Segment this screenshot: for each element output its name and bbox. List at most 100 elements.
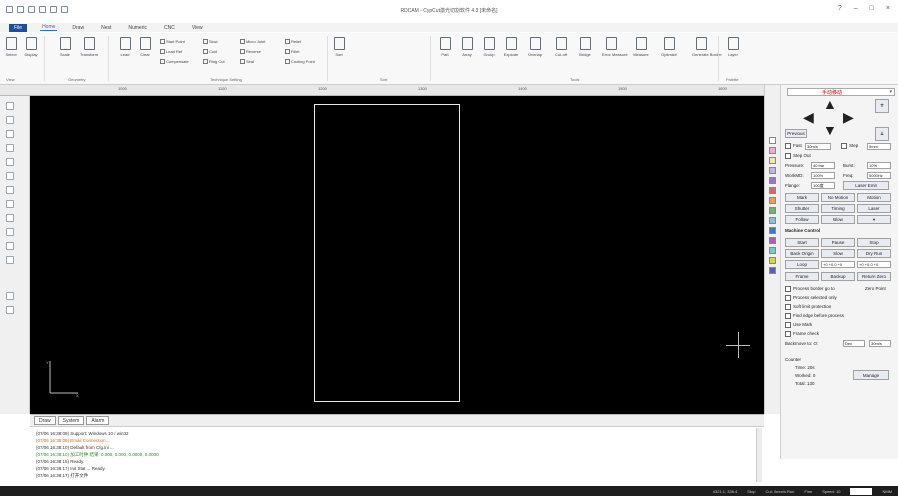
dry-run-button[interactable]: Dry Run [857, 249, 891, 258]
measure-button[interactable]: Measure [632, 37, 650, 58]
z-up-button[interactable]: ⇈ [875, 99, 889, 113]
relief-option[interactable]: Relief [285, 39, 301, 44]
no-motion-button[interactable]: No Motion [821, 193, 855, 202]
arrow-up-icon[interactable]: ▲ [823, 97, 837, 111]
process-selected-checkbox[interactable]: Process selected only [785, 295, 837, 301]
return-zero-button[interactable]: Return Zero [857, 272, 891, 281]
optimize-button[interactable]: Optimize [660, 37, 678, 58]
backup-button[interactable]: Backup [821, 272, 855, 281]
layer-swatch[interactable] [769, 167, 776, 174]
slow-button[interactable]: Slow [821, 249, 855, 258]
rectangle-tool-icon[interactable] [6, 186, 14, 194]
micro-joint-option[interactable]: Micro Joint [240, 39, 265, 44]
cool-option[interactable]: Cool [203, 49, 217, 54]
clear-button[interactable]: Clear [136, 37, 154, 58]
layer-swatch[interactable] [769, 237, 776, 244]
mirror-tool-icon[interactable] [6, 292, 14, 300]
layer-swatch[interactable] [769, 177, 776, 184]
explode-button[interactable]: Explode [502, 37, 520, 58]
point-tool-icon[interactable] [6, 242, 14, 250]
help-button[interactable]: ? [838, 5, 842, 12]
cooling-point-option[interactable]: Cooling Point [285, 59, 315, 64]
laser-button[interactable]: Laser [857, 204, 891, 213]
generate-border-button[interactable]: Generate Border [692, 37, 722, 58]
polyline-tool-icon[interactable] [6, 144, 14, 152]
z-down-button[interactable]: ⇊ [875, 127, 889, 141]
loop-button[interactable]: Loop [785, 260, 819, 269]
menu-view[interactable]: View [190, 25, 205, 31]
blow-button[interactable]: Blow [821, 215, 855, 224]
step-checkbox[interactable]: Step [841, 143, 858, 149]
menu-home[interactable]: Home [40, 24, 58, 31]
transform-button[interactable]: Transform [80, 37, 98, 58]
layer-swatch[interactable] [769, 197, 776, 204]
use-mark-checkbox[interactable]: Use Mark [785, 322, 812, 328]
shutter-button[interactable]: Shutter [785, 204, 819, 213]
stop-button[interactable]: Stop [857, 238, 891, 247]
fillet-option[interactable]: Fillet [285, 49, 299, 54]
layer-swatch[interactable] [769, 217, 776, 224]
rotate-tool-icon[interactable] [6, 306, 14, 314]
timing-button[interactable]: Timing [821, 204, 855, 213]
pause-button[interactable]: Pause [821, 238, 855, 247]
arc-tool-icon[interactable] [6, 172, 14, 180]
freq-select[interactable]: 5000Hz [867, 172, 891, 179]
array-button[interactable]: Array [458, 37, 476, 58]
previous-button[interactable]: Previous [785, 129, 807, 138]
frame-button[interactable]: Frame [785, 272, 819, 281]
slow-option[interactable]: Slow [203, 39, 218, 44]
layer-swatch[interactable] [769, 247, 776, 254]
find-edge-checkbox[interactable]: Find edge before process [785, 313, 844, 319]
menu-nest[interactable]: Nest [99, 25, 113, 31]
tab-alarm[interactable]: Alarm [86, 416, 110, 425]
step-out-checkbox[interactable]: Step Out [785, 153, 811, 159]
lead-button[interactable]: Lead [116, 37, 134, 58]
arrow-left-icon[interactable]: ◀ [803, 110, 814, 124]
step-value-select[interactable]: 5mm [867, 143, 891, 150]
workmd-select[interactable]: 100% [811, 172, 835, 179]
layer-swatch[interactable] [769, 187, 776, 194]
cut-off-button[interactable]: Cut-off [552, 37, 570, 58]
drawing-canvas[interactable]: Y X [30, 96, 764, 414]
layer-swatch[interactable] [769, 227, 776, 234]
layer-button[interactable]: Layer [724, 37, 742, 58]
minimize-button[interactable]: – [854, 5, 858, 12]
process-border-checkbox[interactable]: Process border go to [785, 286, 835, 292]
layer-swatch[interactable] [769, 257, 776, 264]
laser-emit-button[interactable]: Laser Emit [843, 181, 889, 190]
arrow-right-icon[interactable]: ▶ [843, 110, 854, 124]
layer-swatch[interactable] [769, 207, 776, 214]
menu-numeric[interactable]: Numeric [126, 25, 149, 31]
group-button[interactable]: Group [480, 37, 498, 58]
layer-swatch[interactable] [769, 147, 776, 154]
mark-button[interactable]: Mark [785, 193, 819, 202]
lead-ref-option[interactable]: Lead Ref [160, 49, 182, 54]
star-tool-icon[interactable] [6, 256, 14, 264]
layer-swatch[interactable] [769, 137, 776, 144]
zero-point-dropdown[interactable]: Zero Point [865, 286, 886, 291]
compensate-option[interactable]: Compensate [160, 59, 189, 64]
node-tool-icon[interactable] [6, 116, 14, 124]
back-origin-button[interactable]: Back Origin [785, 249, 819, 258]
backmove-select[interactable]: Dec [843, 340, 865, 347]
seal-option[interactable]: Seal [240, 59, 254, 64]
reverse-option[interactable]: Reverse [240, 49, 261, 54]
tab-draw[interactable]: Draw [34, 416, 56, 425]
frame-check-checkbox[interactable]: Frame check [785, 331, 819, 337]
text-tool-icon[interactable] [6, 228, 14, 236]
overlap-button[interactable]: Overlap [526, 37, 544, 58]
bridge-button[interactable]: Bridge [576, 37, 594, 58]
menu-cnc[interactable]: CNC [162, 25, 177, 31]
fast-checkbox[interactable]: Fast [785, 143, 802, 149]
error-measure-button[interactable]: Error Measure [602, 37, 628, 58]
log-scrollbar[interactable] [756, 428, 762, 482]
select-tool-icon[interactable] [6, 102, 14, 110]
start-point-option[interactable]: Start Point [160, 39, 185, 44]
menu-file[interactable]: File [9, 23, 28, 32]
burst-select[interactable]: 10% [867, 162, 891, 169]
circle-tool-icon[interactable] [6, 158, 14, 166]
scale-button[interactable]: Scale [56, 37, 74, 58]
move-mode-dropdown[interactable]: 手动移动 [787, 88, 895, 96]
follow-button[interactable]: Follow [785, 215, 819, 224]
arrow-down-icon[interactable]: ▼ [823, 123, 837, 137]
